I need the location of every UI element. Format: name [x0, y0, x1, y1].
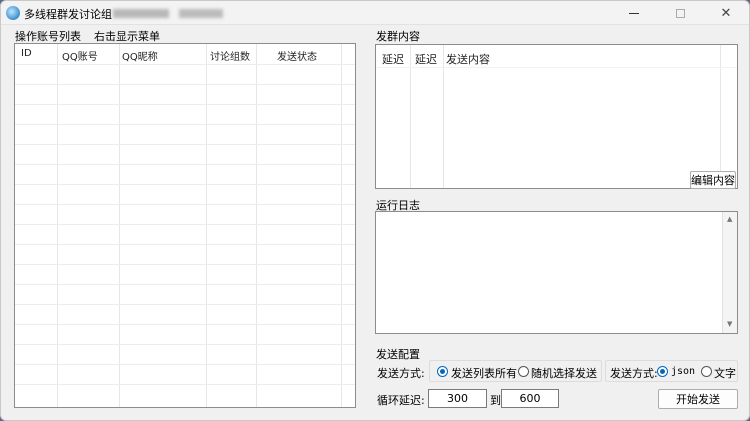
- loop-delay-label: 循环延迟:: [377, 394, 425, 407]
- send-mode-group: 发送列表所有 随机选择发送: [429, 360, 602, 382]
- run-log-textarea[interactable]: ▲ ▼: [375, 211, 738, 334]
- delay-max-input[interactable]: 600: [501, 389, 559, 408]
- row-divider: [15, 224, 355, 225]
- row-divider: [15, 184, 355, 185]
- to-label: 到: [490, 394, 501, 407]
- minimize-button[interactable]: [611, 1, 657, 25]
- scroll-up-icon[interactable]: ▲: [727, 215, 732, 223]
- row-divider: [15, 304, 355, 305]
- row-divider: [15, 64, 355, 65]
- row-divider: [15, 244, 355, 245]
- radio-random-send[interactable]: [518, 366, 529, 377]
- row-divider: [15, 124, 355, 125]
- column-header-qq-account[interactable]: QQ账号: [62, 48, 98, 63]
- row-divider: [376, 67, 737, 68]
- radio-send-all[interactable]: [437, 366, 448, 377]
- start-send-button[interactable]: 开始发送: [658, 389, 738, 409]
- scroll-down-icon[interactable]: ▼: [727, 320, 732, 328]
- close-icon: ✕: [720, 5, 732, 21]
- column-header-group-count[interactable]: 讨论组数: [210, 48, 250, 63]
- accounts-label: 操作账号列表: [15, 30, 81, 43]
- maximize-button[interactable]: [657, 1, 703, 25]
- random-send-option-label[interactable]: 随机选择发送: [531, 365, 597, 381]
- redacted-text: [113, 9, 169, 18]
- row-divider: [15, 84, 355, 85]
- column-header-qq-nickname[interactable]: QQ昵称: [122, 48, 158, 63]
- send-mode-label: 发送方式:: [377, 367, 425, 380]
- close-button[interactable]: ✕: [703, 1, 749, 25]
- log-scrollbar[interactable]: ▲ ▼: [722, 212, 737, 333]
- minimize-icon: [629, 12, 639, 14]
- accounts-table[interactable]: ID QQ账号 QQ昵称 讨论组数 发送状态: [14, 43, 356, 408]
- text-option-label[interactable]: 文字: [714, 365, 736, 381]
- send-format-group: 发送方式: json 文字: [605, 360, 738, 382]
- row-divider: [15, 144, 355, 145]
- column-divider: [341, 44, 342, 407]
- row-divider: [15, 384, 355, 385]
- send-all-option-label[interactable]: 发送列表所有: [451, 365, 517, 381]
- row-divider: [15, 364, 355, 365]
- column-divider: [256, 44, 257, 407]
- row-divider: [15, 164, 355, 165]
- column-header-id[interactable]: ID: [21, 48, 32, 59]
- right-click-menu-hint: 右击显示菜单: [94, 30, 160, 43]
- app-bubble-icon: [6, 6, 20, 20]
- column-header-send-status[interactable]: 发送状态: [277, 48, 317, 63]
- redacted-text: [179, 9, 223, 18]
- maximize-icon: [675, 8, 685, 18]
- window-title: 多线程群发讨论组: [24, 8, 112, 21]
- row-divider: [15, 204, 355, 205]
- column-header-delay[interactable]: 延迟: [382, 51, 404, 67]
- column-divider: [206, 44, 207, 407]
- json-option-label[interactable]: json: [671, 366, 695, 377]
- delay-min-input[interactable]: 300: [428, 389, 487, 408]
- content-label: 发群内容: [376, 30, 420, 43]
- row-divider: [15, 284, 355, 285]
- send-config-label: 发送配置: [376, 348, 420, 361]
- row-divider: [15, 264, 355, 265]
- column-divider: [119, 44, 120, 407]
- send-format-label: 发送方式:: [610, 367, 658, 380]
- radio-json[interactable]: [657, 366, 668, 377]
- row-divider: [15, 104, 355, 105]
- edit-content-button[interactable]: 编辑内容: [690, 171, 736, 189]
- title-bar[interactable]: 多线程群发讨论组 ✕: [1, 1, 749, 25]
- row-divider: [15, 344, 355, 345]
- column-divider: [57, 44, 58, 407]
- main-window: 多线程群发讨论组 ✕ 操作账号列表 右击显示菜单 ID QQ账号 QQ昵称 讨论…: [0, 0, 750, 421]
- column-header-delay-2[interactable]: 延迟: [415, 51, 437, 67]
- column-header-send-content[interactable]: 发送内容: [446, 51, 490, 67]
- content-table[interactable]: 延迟 延迟 发送内容: [375, 44, 738, 189]
- radio-text[interactable]: [701, 366, 712, 377]
- row-divider: [15, 324, 355, 325]
